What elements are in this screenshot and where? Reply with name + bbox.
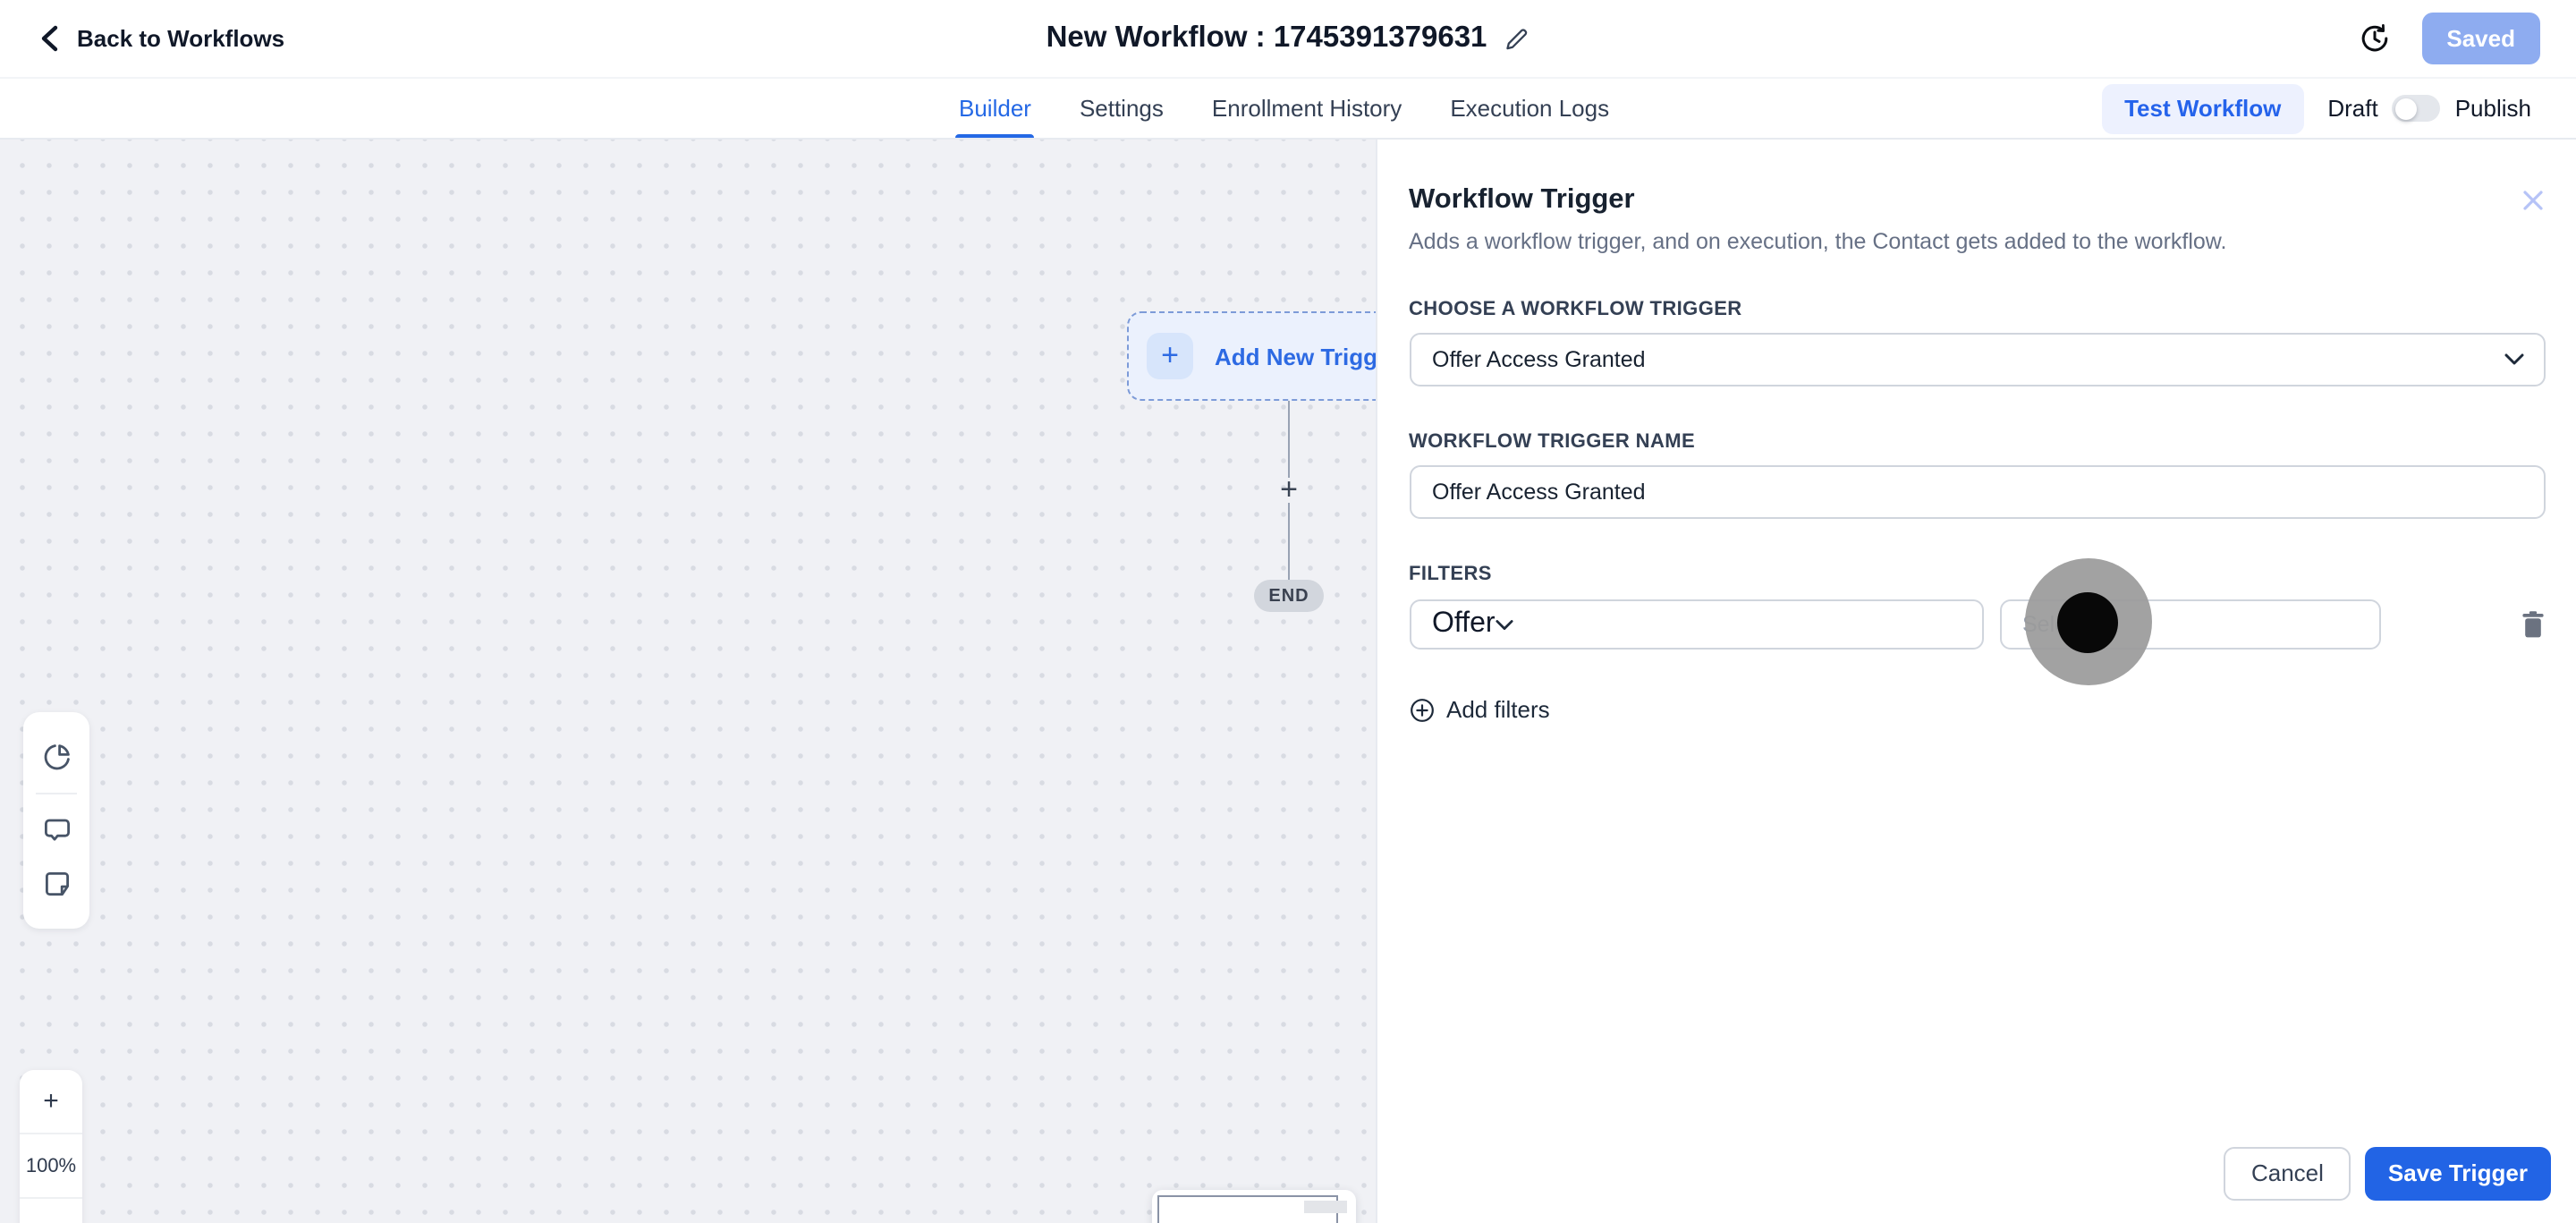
- edge-line-bottom: [1288, 503, 1290, 580]
- trigger-type-value: Offer Access Granted: [1432, 347, 1646, 372]
- tab-execution-logs[interactable]: Execution Logs: [1450, 79, 1609, 138]
- test-workflow-button[interactable]: Test Workflow: [2101, 83, 2305, 133]
- workflow-canvas[interactable]: + Add New Trigger + END: [0, 140, 1375, 1223]
- add-filters-button[interactable]: Add filters: [1409, 696, 2546, 723]
- header: Back to Workflows New Workflow : 1745391…: [0, 0, 2576, 79]
- choose-trigger-label: CHOOSE A WORKFLOW TRIGGER: [1409, 299, 1742, 320]
- zoom-out-button[interactable]: −: [20, 1199, 82, 1223]
- add-new-trigger-label: Add New Trigger: [1215, 343, 1375, 369]
- add-filters-label: Add filters: [1446, 696, 1550, 723]
- edge-line-top: [1288, 401, 1290, 478]
- filter-field-select[interactable]: Offer: [1409, 599, 1983, 650]
- cancel-button[interactable]: Cancel: [2224, 1146, 2351, 1200]
- trigger-name-input[interactable]: [1409, 465, 2546, 519]
- canvas-side-toolbar: [23, 712, 89, 929]
- filters-label: FILTERS: [1409, 564, 1492, 585]
- chevron-down-icon: [2504, 353, 2524, 366]
- panel-title: Workflow Trigger: [1409, 184, 1635, 215]
- stats-pie-chart-icon[interactable]: [23, 730, 89, 784]
- chevron-up-down-icon: [2085, 613, 2101, 636]
- tabbar-right-controls: Test Workflow Draft Publish: [2101, 79, 2531, 138]
- tab-bar: Builder Settings Enrollment History Exec…: [0, 79, 2576, 140]
- save-trigger-button[interactable]: Save Trigger: [2364, 1146, 2551, 1200]
- main-area: + Add New Trigger + END: [0, 140, 2576, 1223]
- notes-icon[interactable]: [23, 857, 89, 911]
- edit-pencil-icon[interactable]: [1504, 26, 1530, 51]
- publish-label: Publish: [2454, 95, 2531, 122]
- close-icon: [2523, 191, 2543, 210]
- minimap-trigger-node: [1304, 1201, 1347, 1213]
- tabs-group: Builder Settings Enrollment History Exec…: [954, 79, 1609, 138]
- back-to-workflows-button[interactable]: Back to Workflows: [39, 25, 284, 52]
- toggle-knob: [2394, 98, 2417, 119]
- filter-value-select[interactable]: Select: [1999, 599, 2380, 650]
- plus-icon: +: [1147, 333, 1193, 379]
- panel-header: Workflow Trigger: [1409, 184, 2546, 217]
- circle-plus-icon: [1410, 698, 1433, 721]
- end-node: END: [1254, 580, 1324, 612]
- saved-button[interactable]: Saved: [2421, 13, 2540, 64]
- toolbar-divider: [36, 793, 77, 794]
- workflow-title-wrap: New Workflow : 1745391379631: [1046, 21, 1530, 55]
- filter-value-placeholder: Select: [2022, 612, 2085, 637]
- add-new-trigger-node[interactable]: + Add New Trigger: [1127, 311, 1375, 401]
- trash-icon: [2522, 611, 2544, 638]
- trigger-type-select[interactable]: Offer Access Granted: [1409, 333, 2546, 386]
- panel-footer: Cancel Save Trigger: [2224, 1146, 2551, 1200]
- zoom-controls: + 100% −: [20, 1070, 82, 1223]
- zoom-level: 100%: [20, 1134, 82, 1199]
- chevron-down-icon: [1496, 618, 1513, 631]
- comment-bubble-icon[interactable]: [23, 803, 89, 857]
- draft-publish-control: Draft Publish: [2327, 95, 2531, 122]
- zoom-in-button[interactable]: +: [20, 1070, 82, 1134]
- draft-label: Draft: [2327, 95, 2378, 122]
- version-history-clock-icon[interactable]: [2359, 23, 2389, 54]
- panel-description: Adds a workflow trigger, and on executio…: [1409, 229, 2227, 254]
- delete-filter-button[interactable]: [2521, 610, 2546, 639]
- workflow-title: New Workflow : 1745391379631: [1046, 21, 1487, 54]
- minimap[interactable]: [1152, 1190, 1356, 1223]
- tab-builder[interactable]: Builder: [954, 79, 1036, 138]
- close-panel-button[interactable]: [2521, 188, 2546, 213]
- tab-settings[interactable]: Settings: [1080, 79, 1164, 138]
- add-step-button[interactable]: +: [1275, 474, 1302, 505]
- trigger-name-label: WORKFLOW TRIGGER NAME: [1409, 431, 1696, 453]
- header-right: Saved: [2359, 13, 2540, 64]
- filter-row: Offer Select: [1409, 599, 2546, 650]
- chevron-left-icon: [41, 25, 58, 52]
- filter-field-value: Offer: [1432, 608, 1496, 639]
- back-label: Back to Workflows: [77, 25, 285, 52]
- publish-toggle[interactable]: [2392, 95, 2441, 122]
- workflow-trigger-panel: Workflow Trigger Adds a workflow trigger…: [1375, 140, 2576, 1223]
- tab-enrollment-history[interactable]: Enrollment History: [1212, 79, 1402, 138]
- workflow-builder-app: Back to Workflows New Workflow : 1745391…: [0, 0, 2576, 1223]
